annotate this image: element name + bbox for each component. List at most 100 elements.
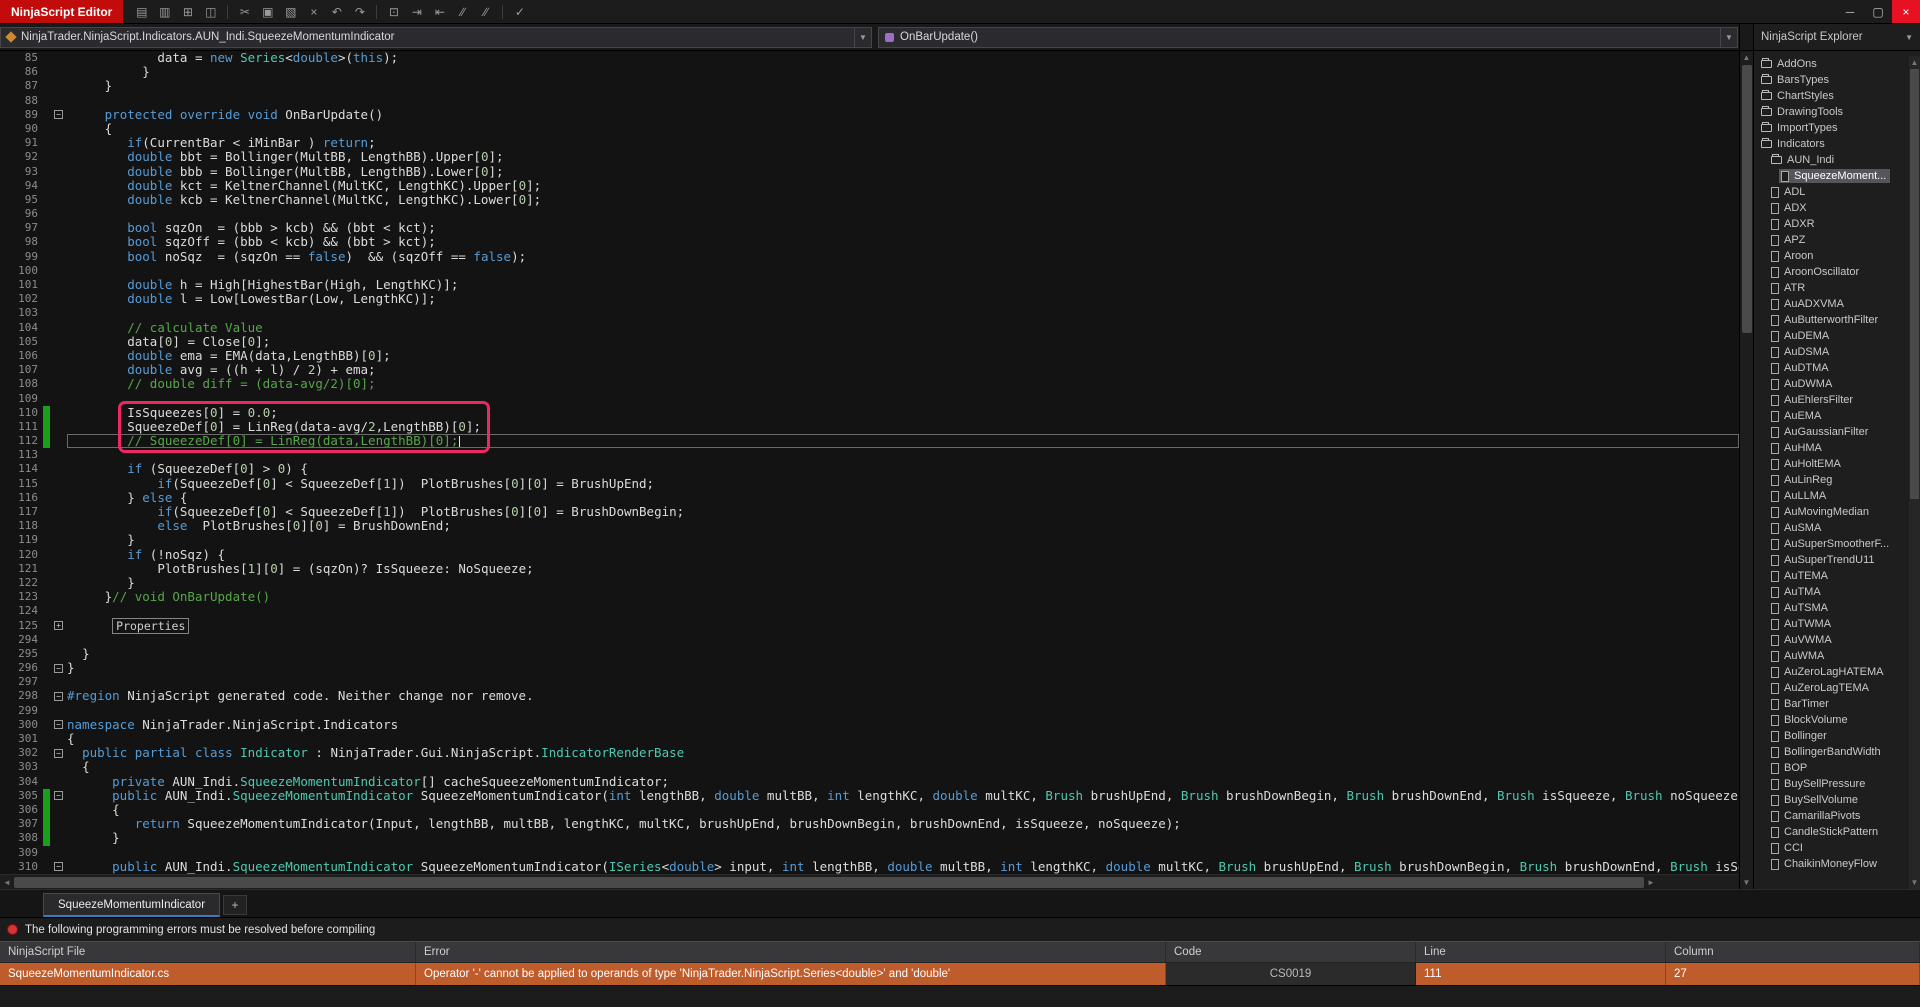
error-col-header-line[interactable]: Line — [1416, 942, 1666, 962]
code-line-307[interactable]: 307 return SqueezeMomentumIndicator(Inpu… — [0, 817, 1739, 832]
code-line-103[interactable]: 103 — [0, 306, 1739, 320]
code-line-308[interactable]: 308 } — [0, 831, 1739, 846]
horizontal-scrollbar-thumb[interactable] — [14, 876, 1644, 888]
collapsed-region-box[interactable]: Properties — [112, 617, 190, 634]
scroll-down-icon[interactable]: ▼ — [1740, 876, 1753, 889]
insert-snippet-icon[interactable]: ⊡ — [383, 2, 404, 21]
explorer-item-auwma[interactable]: AuWMA — [1754, 648, 1909, 664]
scroll-up-icon[interactable]: ▲ — [1740, 51, 1753, 64]
delete-icon[interactable]: × — [303, 2, 324, 21]
code-line-120[interactable]: 120 if (!noSqz) { — [0, 547, 1739, 562]
explorer-item-aun-indi[interactable]: AUN_Indi — [1754, 152, 1909, 168]
code-line-109[interactable]: 109 — [0, 392, 1739, 406]
code-line-294[interactable]: 294 — [0, 633, 1739, 647]
code-line-304[interactable]: 304 private AUN_Indi.SqueezeMomentumIndi… — [0, 774, 1739, 789]
code-line-309[interactable]: 309 — [0, 846, 1739, 860]
print-preview-icon[interactable]: ◫ — [200, 2, 221, 21]
code-line-92[interactable]: 92 double bbt = Bollinger(MultBB, Length… — [0, 150, 1739, 164]
code-line-310[interactable]: 310− public AUN_Indi.SqueezeMomentumIndi… — [0, 859, 1739, 874]
explorer-item-bollingerbandwidth[interactable]: BollingerBandWidth — [1754, 744, 1909, 760]
explorer-item-atr[interactable]: ATR — [1754, 280, 1909, 296]
code-line-102[interactable]: 102 double l = Low[LowestBar(Low, Length… — [0, 292, 1739, 306]
explorer-item-addons[interactable]: AddOns — [1754, 56, 1909, 72]
explorer-item-buysellvolume[interactable]: BuySellVolume — [1754, 792, 1909, 808]
code-line-93[interactable]: 93 double bbb = Bollinger(MultBB, Length… — [0, 164, 1739, 179]
code-line-104[interactable]: 104 // calculate Value — [0, 320, 1739, 335]
explorer-item-adxr[interactable]: ADXR — [1754, 216, 1909, 232]
code-line-302[interactable]: 302 − public partial class Indicator : Ni… — [0, 746, 1739, 760]
code-line-303[interactable]: 303 { — [0, 760, 1739, 774]
scroll-down-icon[interactable]: ▼ — [1909, 876, 1920, 889]
code-line-119[interactable]: 119 } — [0, 533, 1739, 547]
code-line-305[interactable]: 305− public AUN_Indi.SqueezeMomentumIndi… — [0, 788, 1739, 803]
fold-toggle-icon[interactable]: − — [54, 720, 63, 730]
code-line-107[interactable]: 107 double avg = ((h + l) / 2) + ema; — [0, 363, 1739, 377]
redo-icon[interactable]: ↷ — [349, 2, 370, 21]
explorer-item-chaikinmoneyflow[interactable]: ChaikinMoneyFlow — [1754, 856, 1909, 872]
code-line-295[interactable]: 295 } — [0, 646, 1739, 661]
vertical-scrollbar-track[interactable]: ▲ ▼ — [1740, 51, 1753, 889]
chevron-down-icon[interactable]: ▼ — [1720, 27, 1737, 47]
error-row[interactable]: SqueezeMomentumIndicator.cs Operator '-' … — [0, 963, 1920, 985]
explorer-scrollbar[interactable]: ▲ ▼ — [1909, 56, 1920, 889]
copy-icon[interactable]: ▣ — [257, 2, 278, 21]
code-line-99[interactable]: 99 bool noSqz = (sqzOn == false) && (sqz… — [0, 249, 1739, 264]
code-line-97[interactable]: 97 bool sqzOn = (bbb > kcb) && (bbt < kc… — [0, 221, 1739, 235]
explorer-item-auema[interactable]: AuEMA — [1754, 408, 1909, 424]
error-col-header-column[interactable]: Column — [1666, 942, 1920, 962]
new-tab-button[interactable]: + — [223, 895, 248, 915]
maximize-icon[interactable]: ▢ — [1864, 0, 1892, 23]
code-line-96[interactable]: 96 — [0, 207, 1739, 221]
explorer-item-autma[interactable]: AuTMA — [1754, 584, 1909, 600]
explorer-item-buysellpressure[interactable]: BuySellPressure — [1754, 776, 1909, 792]
explorer-item-blockvolume[interactable]: BlockVolume — [1754, 712, 1909, 728]
explorer-item-auzerolagtema[interactable]: AuZeroLagTEMA — [1754, 680, 1909, 696]
error-col-header-code[interactable]: Code — [1166, 942, 1416, 962]
type-selector-dropdown[interactable]: NinjaTrader.NinjaScript.Indicators.AUN_I… — [0, 26, 872, 48]
explorer-item-aumovingmedian[interactable]: AuMovingMedian — [1754, 504, 1909, 520]
fold-toggle-icon[interactable]: − — [54, 663, 63, 673]
explorer-item-audsma[interactable]: AuDSMA — [1754, 344, 1909, 360]
code-line-296[interactable]: 296 −} — [0, 660, 1739, 675]
vertical-scrollbar-thumb[interactable] — [1742, 65, 1752, 333]
explorer-item-audema[interactable]: AuDEMA — [1754, 328, 1909, 344]
outdent-icon[interactable]: ⇤ — [429, 2, 450, 21]
code-line-86[interactable]: 86 } — [0, 65, 1739, 79]
code-line-100[interactable]: 100 — [0, 264, 1739, 278]
uncomment-selection-icon[interactable]: ∕∕ — [475, 2, 496, 21]
explorer-item-drawingtools[interactable]: DrawingTools — [1754, 104, 1909, 120]
cut-icon[interactable]: ✂ — [234, 2, 255, 21]
explorer-item-autema[interactable]: AuTEMA — [1754, 568, 1909, 584]
code-line-101[interactable]: 101 double h = High[HighestBar(High, Len… — [0, 277, 1739, 292]
explorer-item-bop[interactable]: BOP — [1754, 760, 1909, 776]
explorer-item-barstypes[interactable]: BarsTypes — [1754, 72, 1909, 88]
explorer-item-adl[interactable]: ADL — [1754, 184, 1909, 200]
compile-icon[interactable]: ✓ — [509, 2, 530, 21]
code-line-87[interactable]: 87 } — [0, 79, 1739, 93]
code-editor[interactable]: 85 data = new Series<double>(this); 86 } 8… — [0, 51, 1739, 874]
explorer-item-apz[interactable]: APZ — [1754, 232, 1909, 248]
explorer-item-augaussianfilter[interactable]: AuGaussianFilter — [1754, 424, 1909, 440]
explorer-item-cci[interactable]: CCI — [1754, 840, 1909, 856]
explorer-item-candlestickpattern[interactable]: CandleStickPattern — [1754, 824, 1909, 840]
code-line-91[interactable]: 91 if(CurrentBar < iMinBar ) return; — [0, 136, 1739, 150]
vertical-scrollbar[interactable]: ▲ ▼ — [1739, 24, 1753, 889]
code-line-111[interactable]: 111 SqueezeDef[0] = LinReg(data-avg/2,Le… — [0, 419, 1739, 435]
code-line-300[interactable]: 300 − namespace NinjaTrader.NinjaScript.In… — [0, 717, 1739, 732]
close-icon[interactable]: × — [1892, 0, 1920, 23]
scroll-right-icon[interactable]: ► — [1644, 878, 1658, 887]
explorer-item-squeezemoment-[interactable]: SqueezeMoment... — [1754, 168, 1909, 184]
code-line-98[interactable]: 98 bool sqzOff = (bbb < kcb) && (bbt > k… — [0, 235, 1739, 249]
print-icon[interactable]: ⊞ — [177, 2, 198, 21]
code-line-112[interactable]: 112 // SqueezeDef[0] = LinReg(data,Lengt… — [0, 433, 1739, 449]
explorer-item-aroon[interactable]: Aroon — [1754, 248, 1909, 264]
explorer-item-auhma[interactable]: AuHMA — [1754, 440, 1909, 456]
save-icon[interactable]: ▤ — [131, 2, 152, 21]
code-line-85[interactable]: 85 data = new Series<double>(this); — [0, 51, 1739, 65]
explorer-item-camarillapivots[interactable]: CamarillaPivots — [1754, 808, 1909, 824]
explorer-item-aulinreg[interactable]: AuLinReg — [1754, 472, 1909, 488]
explorer-item-ausupersmootherf-[interactable]: AuSuperSmootherF... — [1754, 536, 1909, 552]
paste-icon[interactable]: ▧ — [280, 2, 301, 21]
undo-icon[interactable]: ↶ — [326, 2, 347, 21]
explorer-scrollbar-thumb[interactable] — [1910, 69, 1919, 499]
